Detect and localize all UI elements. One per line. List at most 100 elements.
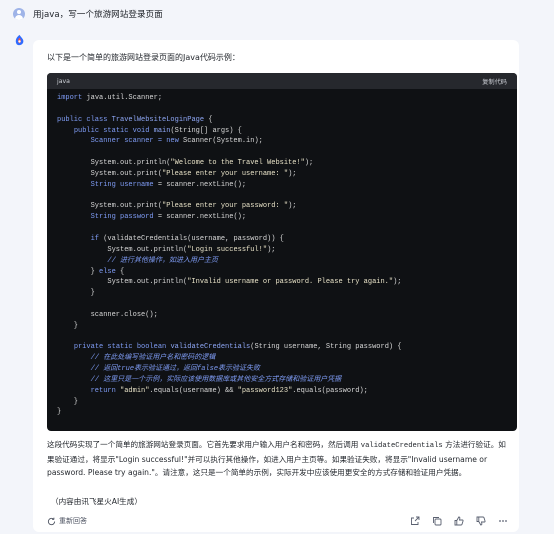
code-token: ); <box>288 202 297 211</box>
code-line: private static boolean validateCredentia… <box>57 342 517 353</box>
answer-intro: 以下是一个简单的旅游网站登录页面的Java代码示例： <box>47 53 240 62</box>
code-token: // 在此处编写验证用户名和密码的逻辑 <box>90 354 216 363</box>
code-token: import <box>57 94 83 102</box>
code-token: else <box>99 267 116 276</box>
code-token: main <box>153 126 171 135</box>
code-token: // 返回true表示验证通过，返回false表示验证失败 <box>90 365 261 374</box>
answer-card: 以下是一个简单的旅游网站登录页面的Java代码示例： java 复制代码 imp… <box>33 40 519 532</box>
code-token: System.out.print( <box>57 169 163 178</box>
spark-logo-icon <box>15 34 24 46</box>
code-token: public class <box>57 115 108 124</box>
user-avatar-icon <box>13 8 25 20</box>
copy-code-button[interactable]: 复制代码 <box>482 77 507 86</box>
code-line: } <box>57 288 517 299</box>
code-token: Scanner(System.in); <box>178 137 263 146</box>
code-token: validateCredentials <box>170 343 251 352</box>
code-token: "Please enter your password: " <box>162 202 289 211</box>
code-token: // 进行其他操作，如进入用户主页 <box>107 256 219 265</box>
code-token: ); <box>393 278 402 287</box>
code-line: } <box>57 407 517 418</box>
code-token: } <box>57 397 79 406</box>
user-message-row: 用java，写一个旅游网站登录页面 <box>13 6 163 22</box>
code-line: System.out.println("Invalid username or … <box>57 277 517 288</box>
code-token: = scanner.nextLine(); <box>153 180 247 189</box>
thumbs-down-icon[interactable] <box>475 515 487 527</box>
code-token: "admin" <box>120 386 150 395</box>
regenerate-button[interactable]: 重新回答 <box>47 516 87 526</box>
code-token: .equals(username) && <box>149 386 238 395</box>
code-token: (String username, String password) { <box>250 343 402 352</box>
code-token: "Invalid username or password. Please tr… <box>187 278 394 287</box>
code-token: ); <box>288 169 297 178</box>
code-token: } <box>57 289 95 298</box>
code-token: java.util.Scanner; <box>82 94 163 102</box>
code-token: // 这里只是一个示例，实际应该使用数据库或其他安全方式存储和验证用户凭据 <box>90 375 342 384</box>
code-language-label: java <box>57 77 70 85</box>
code-token: Scanner scanner = new <box>90 137 179 146</box>
code-block: java 复制代码 import java.util.Scanner; publ… <box>47 73 517 431</box>
code-line: public class TravelWebsiteLoginPage { <box>57 115 517 126</box>
code-token: if <box>90 234 100 243</box>
code-line: } <box>57 321 517 332</box>
code-token: scanner.close(); <box>57 310 158 319</box>
code-token: { <box>115 267 125 276</box>
refresh-icon <box>47 517 56 525</box>
code-token: private static boolean <box>73 343 167 352</box>
thumbs-up-icon[interactable] <box>453 515 465 527</box>
source-note: （内容由讯飞星火AI生成） <box>51 497 142 506</box>
code-token: TravelWebsiteLoginPage <box>111 115 205 124</box>
regenerate-label: 重新回答 <box>59 517 87 525</box>
code-line: } else { <box>57 267 517 278</box>
explanation-inline-code: validateCredentials <box>360 442 443 450</box>
code-token: System.out.println( <box>57 159 171 168</box>
copy-icon[interactable] <box>431 515 443 527</box>
code-line: System.out.print("Please enter your user… <box>57 169 517 180</box>
code-line: scanner.close(); <box>57 310 517 321</box>
code-line: if (validateCredentials(username, passwo… <box>57 234 517 245</box>
explanation-text-1: 这段代码实现了一个简单的旅游网站登录页面。它首先要求用户输入用户名和密码，然后调… <box>47 440 361 449</box>
code-line: // 在此处编写验证用户名和密码的逻辑 <box>57 353 517 364</box>
code-line: String password = scanner.nextLine(); <box>57 212 517 223</box>
code-header: java 复制代码 <box>47 73 517 89</box>
code-line: // 进行其他操作，如进入用户主页 <box>57 256 517 267</box>
code-token: .equals(password); <box>292 386 368 395</box>
share-icon[interactable] <box>409 515 421 527</box>
code-line: import java.util.Scanner; <box>57 93 517 104</box>
code-token: public static void <box>73 126 150 135</box>
code-token: { <box>204 115 213 124</box>
code-token: System.out.println( <box>57 278 188 287</box>
code-token: (String[] args) { <box>170 126 242 135</box>
code-line: public static void main(String[] args) { <box>57 126 517 137</box>
answer-footer: 重新回答 <box>47 514 509 528</box>
code-token: ); <box>304 159 314 168</box>
code-line: // 返回true表示验证通过，返回false表示验证失败 <box>57 364 517 375</box>
more-icon[interactable] <box>497 515 509 527</box>
code-line: Scanner scanner = new Scanner(System.in)… <box>57 136 517 147</box>
user-message-text: 用java，写一个旅游网站登录页面 <box>33 10 163 20</box>
answer-explanation: 这段代码实现了一个简单的旅游网站登录页面。它首先要求用户输入用户名和密码，然后调… <box>47 438 509 479</box>
code-line: System.out.println("Welcome to the Trave… <box>57 158 517 169</box>
code-token: } <box>57 267 100 276</box>
code-token: "Welcome to the Travel Website!" <box>170 159 305 168</box>
code-line: String username = scanner.nextLine(); <box>57 180 517 191</box>
code-token: String username <box>90 180 154 189</box>
code-token: String password <box>90 213 154 222</box>
code-token: ); <box>267 245 276 254</box>
answer-actions <box>409 515 509 527</box>
